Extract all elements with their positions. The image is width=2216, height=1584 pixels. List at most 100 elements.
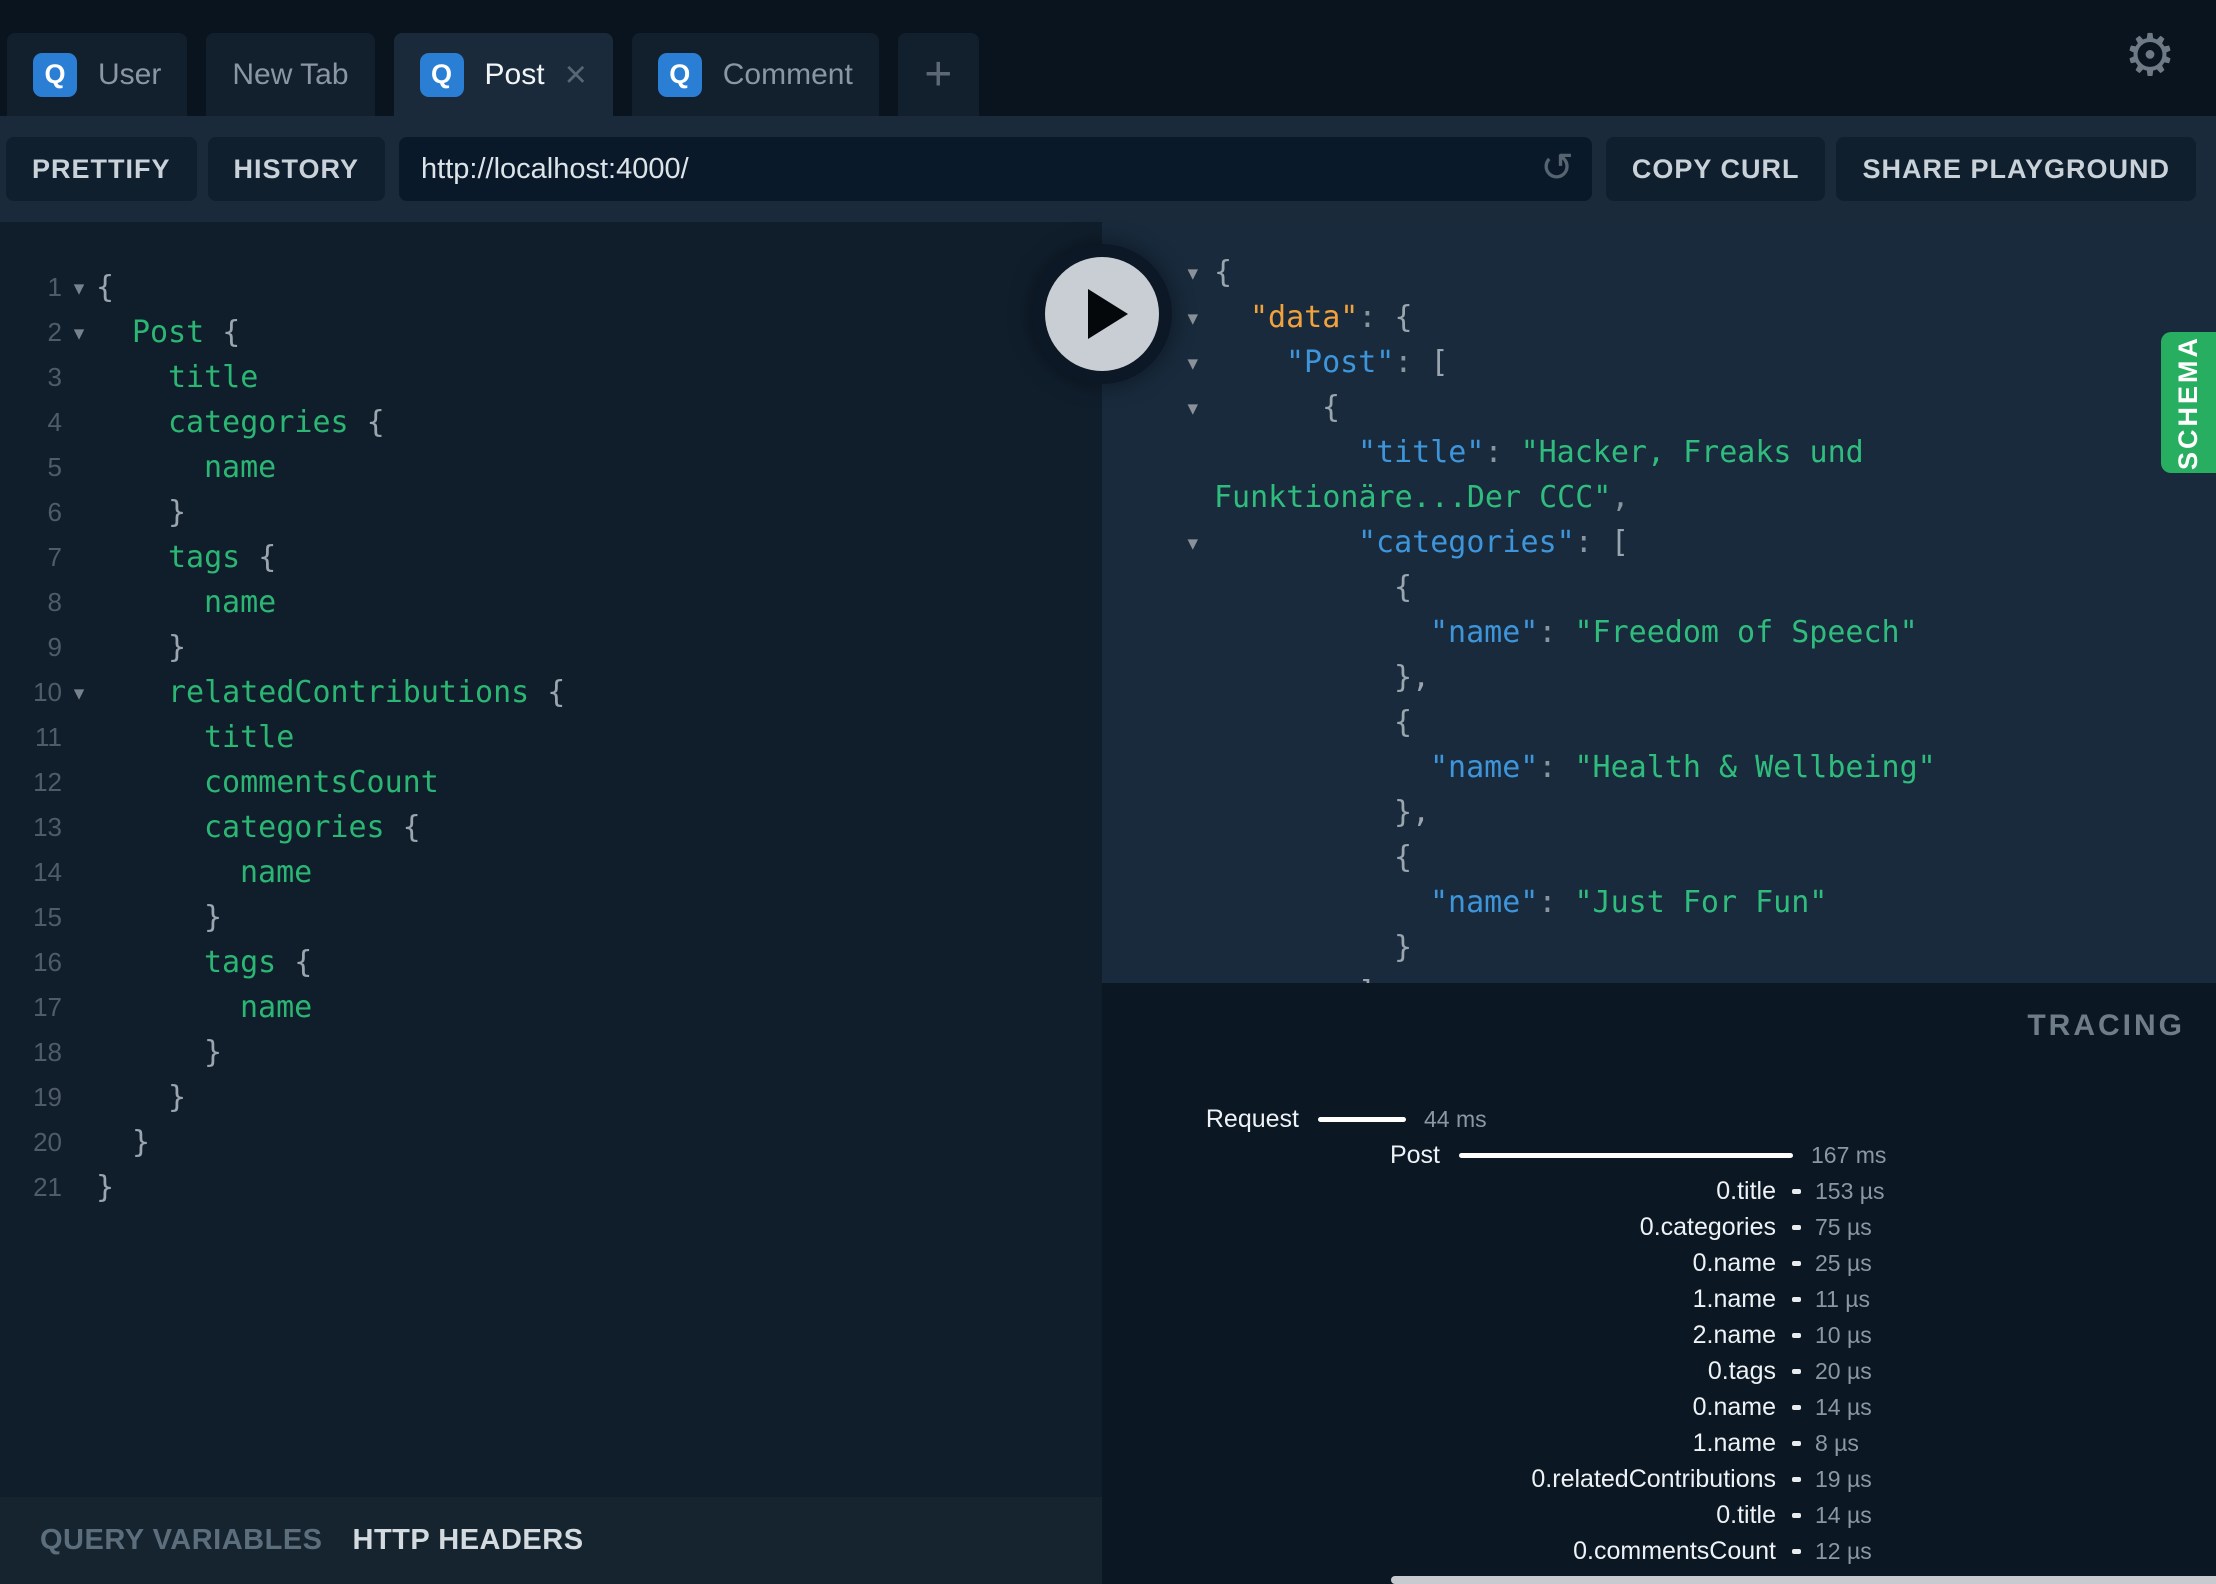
trace-duration-value: 44 ms [1424,1105,1487,1132]
code-text: title [168,360,259,395]
prettify-button[interactable]: PRETTIFY [6,137,197,201]
code-text: { [96,270,115,305]
tracing-rows: Request 44 ms Post 167 ms 0.title 153 µs 0.cat… [1102,1101,2216,1584]
endpoint-url-input[interactable]: http://localhost:4000/ ↺ [399,137,1592,201]
response-line: ] [1102,970,2216,983]
editor-footer-bar: QUERY VARIABLES HTTP HEADERS [0,1497,1102,1584]
line-number: 14 [33,857,62,887]
code-text: } [132,1125,151,1160]
query-line: 5 name [0,445,1102,490]
code-text: } [168,495,187,530]
line-number: 3 [47,362,62,392]
query-line: 4 categories { [0,400,1102,445]
line-number: 13 [33,812,62,842]
response-line: "name": "Just For Fun" [1102,880,2216,925]
line-number: 11 [35,722,62,752]
response-line: ▾ "Post": [ [1102,340,2216,385]
code-text: commentsCount [204,765,439,800]
graphql-playground-window: Q User New Tab Q Post × Q Comment + ⚙ PR… [0,0,2216,1584]
line-number: 2 [47,317,62,347]
trace-duration-dash [1792,1548,1801,1554]
close-icon[interactable]: × [565,56,587,94]
fold-arrow-icon[interactable]: ▾ [1102,396,1198,420]
trace-duration-dash [1792,1440,1801,1446]
trace-duration-dash [1792,1332,1801,1338]
trace-duration-bar [1318,1116,1406,1122]
response-line: ▾{ [1102,250,2216,295]
code-text: }, [1394,795,1431,830]
execute-query-button[interactable] [1032,244,1172,384]
trace-duration-dash [1792,1368,1801,1374]
code-text: title [204,720,295,755]
tracing-horizontal-scrollbar[interactable] [1391,1576,2216,1584]
tracing-panel-title[interactable]: TRACING [2027,1009,2185,1043]
trace-duration-dash [1792,1512,1801,1518]
tab-post[interactable]: Q Post × [393,33,613,116]
code-text: "categories": [ [1358,525,1629,560]
query-line: 3 title [0,355,1102,400]
query-editor-pane[interactable]: 1 ▾{2 ▾ Post {3 title 4 categories {5 name 6} 7 ta… [0,222,1102,1497]
trace-label: 2.name [1692,1320,1776,1349]
query-line: 2 ▾ Post { [0,310,1102,355]
settings-gear-icon[interactable]: ⚙ [2124,26,2176,84]
response-line: ▾ "categories": [ [1102,520,2216,565]
tab-new-tab[interactable]: New Tab [206,33,375,116]
code-text: { [1394,705,1413,740]
copy-curl-button[interactable]: COPY CURL [1605,137,1826,201]
trace-row: 0.title 153 µs [1102,1173,2216,1209]
trace-duration-dash [1792,1404,1801,1410]
query-editor[interactable]: 1 ▾{2 ▾ Post {3 title 4 categories {5 name 6} 7 ta… [0,222,1102,1210]
code-text: } [204,900,223,935]
trace-label: 0.title [1716,1500,1776,1529]
trace-duration-dash [1792,1476,1801,1482]
query-line: 10 ▾ relatedContributions { [0,670,1102,715]
reload-schema-icon[interactable]: ↺ [1540,145,1574,191]
share-playground-button[interactable]: SHARE PLAYGROUND [1836,137,2196,201]
code-text: { [1214,255,1233,290]
http-headers-tab[interactable]: HTTP HEADERS [353,1524,584,1557]
code-text: categories { [168,405,385,440]
code-text: } [168,630,187,665]
line-number: 8 [47,587,62,617]
line-number: 9 [47,632,62,662]
history-button[interactable]: HISTORY [207,137,386,201]
schema-sidebar-tab-label: SCHEMA [2173,334,2203,470]
fold-arrow-icon[interactable]: ▾ [62,321,96,345]
trace-duration-value: 20 µs [1815,1357,1872,1384]
schema-sidebar-tab[interactable]: SCHEMA [2161,332,2216,473]
trace-label: 0.categories [1639,1212,1776,1241]
query-line: 15} [0,895,1102,940]
trace-duration-bar [1459,1152,1793,1158]
new-tab-button[interactable]: + [897,33,979,116]
trace-label: Request [1205,1104,1299,1133]
trace-row: Request 44 ms [1102,1101,2216,1137]
tab-comment[interactable]: Q Comment [631,33,879,116]
fold-arrow-icon[interactable]: ▾ [62,681,96,705]
line-number: 12 [33,767,62,797]
code-text: name [204,585,277,620]
query-badge-icon: Q [657,52,702,97]
code-text: tags { [204,945,313,980]
response-line: "name": "Health & Wellbeing" [1102,745,2216,790]
trace-label: 1.name [1692,1284,1776,1313]
line-number: 18 [33,1037,62,1067]
trace-label: 0.commentsCount [1573,1536,1776,1565]
response-line: { [1102,700,2216,745]
fold-arrow-icon[interactable]: ▾ [62,276,96,300]
trace-row: 0.name 25 µs [1102,1245,2216,1281]
trace-duration-value: 19 µs [1815,1465,1872,1492]
response-line: { [1102,565,2216,610]
query-variables-tab[interactable]: QUERY VARIABLES [40,1524,323,1557]
line-number: 21 [33,1172,62,1202]
line-number: 19 [33,1082,62,1112]
line-number: 5 [47,452,62,482]
code-text: "Post": [ [1286,345,1449,380]
code-text: Post { [132,315,241,350]
fold-arrow-icon[interactable]: ▾ [1102,531,1198,555]
line-number: 17 [33,992,62,1022]
trace-label: 0.name [1692,1392,1776,1421]
code-text: } [96,1170,115,1205]
tab-user[interactable]: Q User [7,33,188,116]
line-number: 16 [33,947,62,977]
response-line: ▾ "data": { [1102,295,2216,340]
